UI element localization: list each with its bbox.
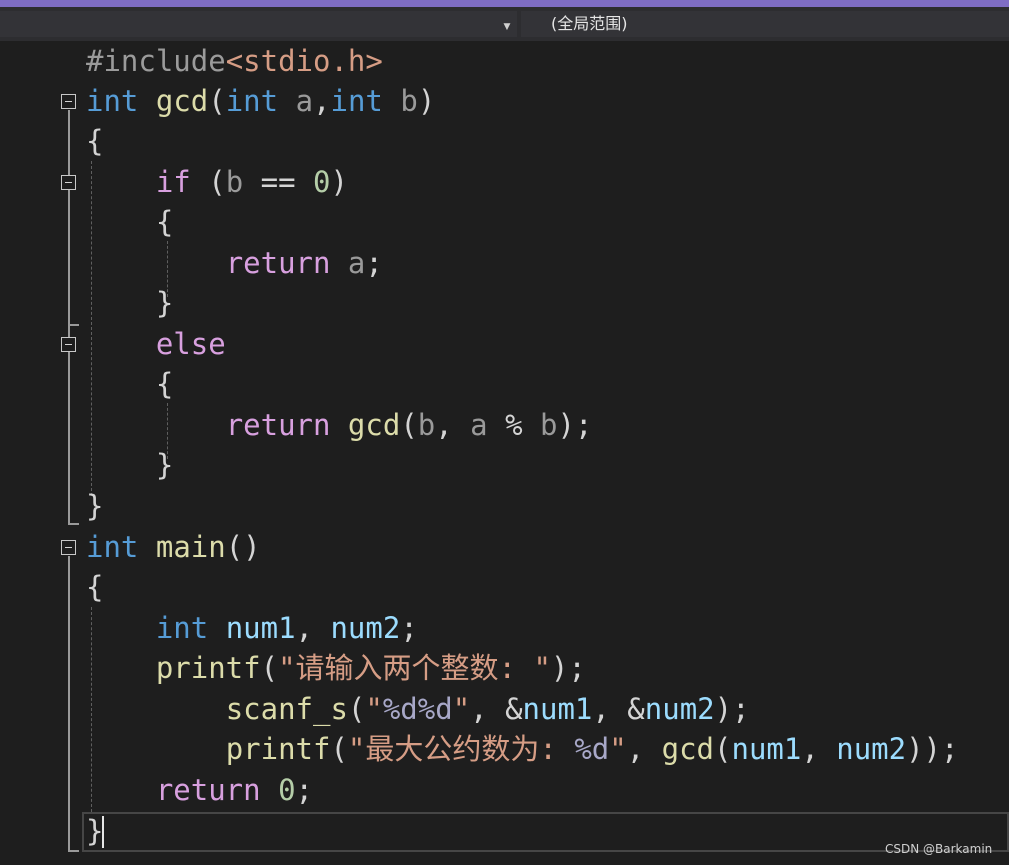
outline-if-line <box>68 191 70 326</box>
code-editor[interactable]: #include<stdio.h> int gcd(int a,int b) {… <box>0 41 1009 865</box>
collapse-main-icon[interactable] <box>61 540 76 555</box>
code-line-19[interactable]: return 0; <box>86 770 313 810</box>
outline-main-end <box>68 850 79 852</box>
outline-else-line <box>68 353 70 501</box>
code-line-15[interactable]: int num1, num2; <box>86 608 418 648</box>
code-line-16[interactable]: printf("请输入两个整数: "); <box>86 648 586 688</box>
code-line-14[interactable]: { <box>86 567 103 607</box>
code-line-11[interactable]: } <box>86 445 173 485</box>
code-line-3[interactable]: { <box>86 121 103 161</box>
code-line-1[interactable]: #include<stdio.h> <box>86 41 383 81</box>
collapse-gcd-icon[interactable] <box>61 94 76 109</box>
code-line-2[interactable]: int gcd(int a,int b) <box>86 81 435 121</box>
collapse-if-icon[interactable] <box>61 175 76 190</box>
code-line-20[interactable]: } <box>86 811 103 851</box>
outline-gcd-end <box>68 523 79 525</box>
outline-if-end <box>68 324 79 326</box>
code-line-6[interactable]: return a; <box>86 243 383 283</box>
scope-dropdown[interactable]: ▼ <box>0 11 517 37</box>
code-line-12[interactable]: } <box>86 486 103 526</box>
code-line-8[interactable]: else <box>86 324 226 364</box>
watermark: CSDN @Barkamin <box>885 842 993 856</box>
navigation-bar: ▼ (全局范围) <box>0 7 1009 41</box>
code-line-4[interactable]: if (b == 0) <box>86 162 348 202</box>
collapse-else-icon[interactable] <box>61 337 76 352</box>
current-line-highlight <box>82 812 1009 852</box>
code-line-17[interactable]: scanf_s("%d%d", &num1, &num2); <box>86 689 750 729</box>
code-line-7[interactable]: } <box>86 283 173 323</box>
member-dropdown[interactable]: (全局范围) <box>521 11 1009 37</box>
global-scope-label: (全局范围) <box>551 14 628 33</box>
code-line-10[interactable]: return gcd(b, a % b); <box>86 405 593 445</box>
code-line-13[interactable]: int main() <box>86 527 261 567</box>
outline-main-line <box>68 556 70 852</box>
dropdown-arrow-icon[interactable]: ▼ <box>500 20 514 34</box>
code-line-9[interactable]: { <box>86 364 173 404</box>
code-line-18[interactable]: printf("最大公约数为: %d", gcd(num1, num2)); <box>86 729 959 769</box>
window-accent-stripe <box>0 0 1009 7</box>
code-line-5[interactable]: { <box>86 202 173 242</box>
